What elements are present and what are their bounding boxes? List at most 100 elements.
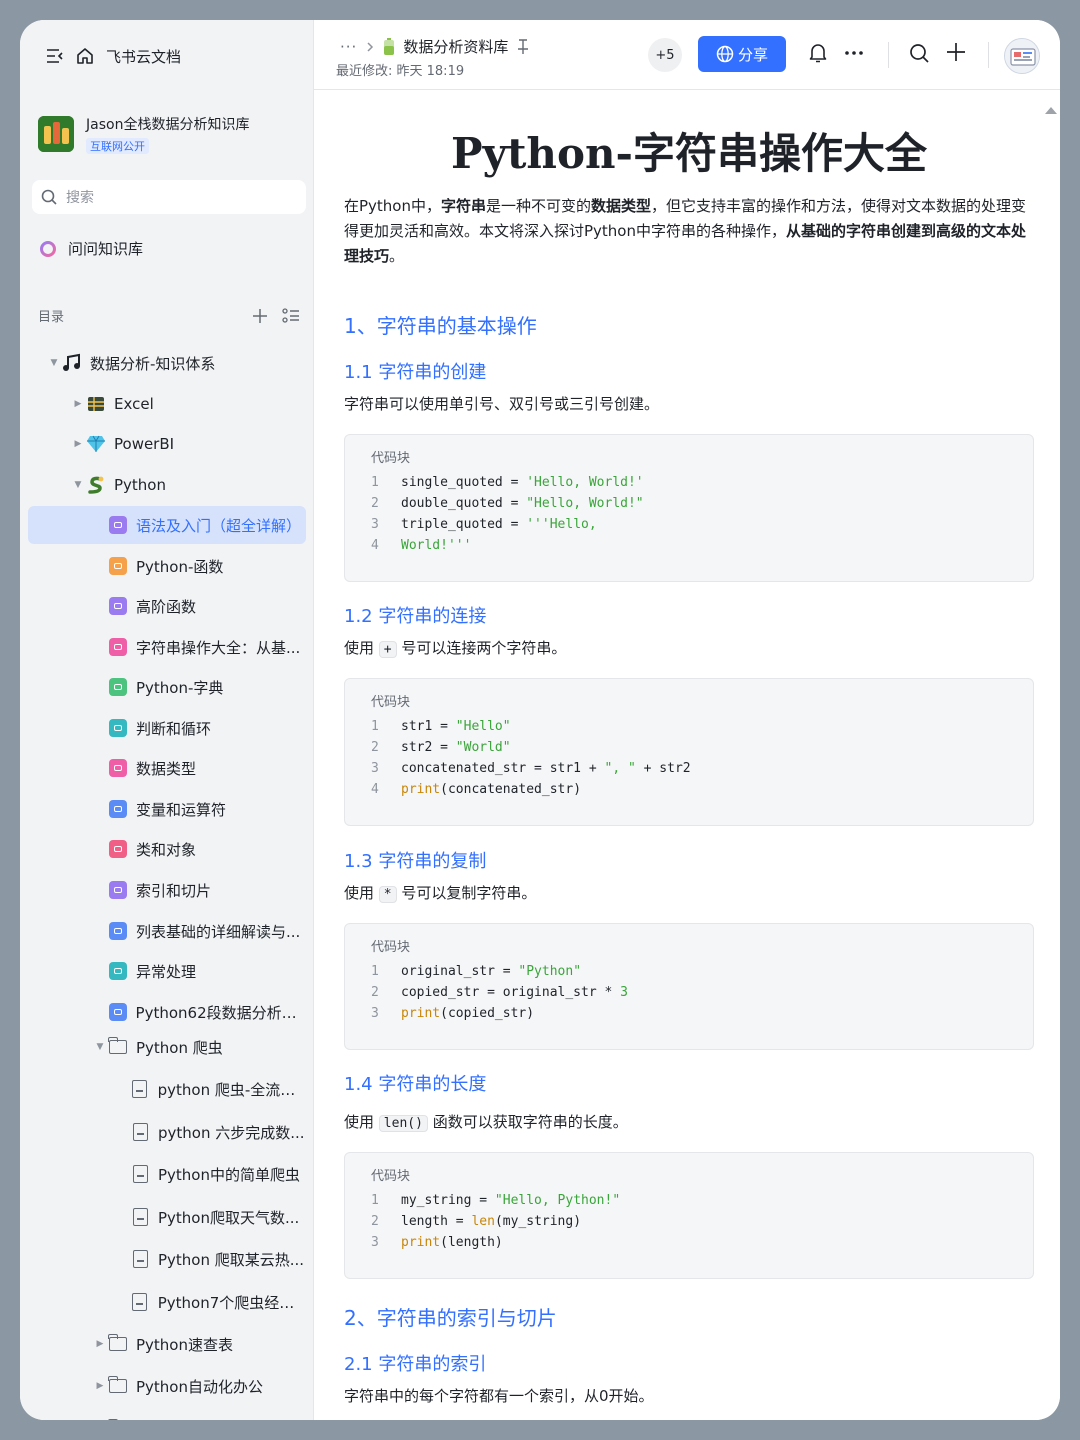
share-button[interactable]: 分享 <box>698 36 786 72</box>
toc-item[interactable]: python 六步完成数... <box>28 1113 306 1151</box>
toc-item[interactable]: 变量和运算符 <box>28 790 306 828</box>
pin-icon[interactable] <box>516 38 530 55</box>
code-lines: 1 str1 = "Hello" 2 str2 = "World" 3 concatena… <box>371 719 691 803</box>
toc-item-label: 判断和循环 <box>136 719 212 738</box>
toc-item[interactable]: 数据类型 <box>28 749 306 787</box>
code-token: (copied_str) <box>440 1006 535 1021</box>
toc-item-label: Python-字典 <box>136 678 224 697</box>
heading-2-1: 2.1 字符串的索引 <box>344 1354 487 1375</box>
share-label: 分享 <box>737 45 768 64</box>
page-icon <box>130 1079 150 1099</box>
code-block[interactable]: 代码块 1 original_str = "Python" 2 copied_str … <box>344 923 1034 1050</box>
page-icon <box>130 1164 150 1184</box>
code-lines: 1 my_string = "Hello, Python!" 2 length = l… <box>371 1193 620 1256</box>
toc-item[interactable]: 语法及入门（超全详解） <box>28 506 306 544</box>
sidebar-header: 飞书云文档 <box>46 44 181 68</box>
toc-item-label: python 六步完成数... <box>158 1123 305 1142</box>
scroll-up-icon[interactable] <box>1044 100 1058 119</box>
code-lines: 1 single_quoted = 'Hello, World!' 2 double_… <box>371 475 644 559</box>
code-token: double_quoted = <box>401 496 527 511</box>
doc-icon <box>108 637 128 657</box>
list-options-icon[interactable] <box>282 307 300 324</box>
toc-item[interactable]: 判断和循环 <box>28 709 306 747</box>
folder-icon <box>108 1037 128 1057</box>
avatar[interactable] <box>1004 38 1040 74</box>
toc-item[interactable]: Python-字典 <box>28 668 306 706</box>
create-icon[interactable] <box>946 42 966 62</box>
battery-icon <box>383 37 395 56</box>
toc-item-label: Python爬取天气数... <box>158 1208 300 1227</box>
excel-icon <box>86 394 106 414</box>
toc-item[interactable]: ▶ PowerBI <box>28 425 306 463</box>
doc-title: Python-字符串操作大全 <box>451 129 927 178</box>
toc-item[interactable]: 异常处理 <box>28 952 306 990</box>
toc-item[interactable]: 字符串操作大全：从基... <box>28 628 306 666</box>
bell-icon[interactable] <box>808 42 828 64</box>
caret-down-icon[interactable]: ▼ <box>46 358 62 368</box>
line-number: 3 <box>371 1235 379 1250</box>
code-token: 3 <box>620 985 628 1000</box>
toc-item[interactable]: Python62段数据分析和... <box>28 993 306 1031</box>
toc-item[interactable]: python 爬虫-全流程... <box>28 1070 306 1108</box>
paragraph-text: 号可以连接两个字符串。 <box>401 639 567 657</box>
home-icon[interactable] <box>76 47 94 65</box>
code-token: "Python" <box>518 964 582 979</box>
code-lines: 1 original_str = "Python" 2 copied_str = or… <box>371 964 628 1027</box>
toc-item[interactable]: Python100经典练习题... <box>28 1410 306 1420</box>
toc-item[interactable]: ▶ Python速查表 <box>28 1325 306 1363</box>
caret-down-icon[interactable]: ▼ <box>70 480 86 490</box>
toc-item-label: Python自动化办公 <box>136 1377 263 1396</box>
toc-item[interactable]: ▼ Python 爬虫 <box>28 1028 306 1066</box>
doc-icon <box>108 880 128 900</box>
line-number: 2 <box>371 740 379 755</box>
code-token: len <box>471 1214 495 1229</box>
caret-right-icon[interactable]: ▶ <box>92 1381 108 1391</box>
caret-down-icon[interactable]: ▼ <box>92 1042 108 1052</box>
code-block[interactable]: 代码块 1 single_quoted = 'Hello, World!' 2 dou… <box>344 434 1034 582</box>
code-block[interactable]: 代码块 1 my_string = "Hello, Python!" 2 length… <box>344 1152 1034 1279</box>
line-number: 3 <box>371 517 379 532</box>
sidebar: 飞书云文档 Jason全栈数据分析知识库 互联网公开 搜索 问问知识库 目录 ▼… <box>20 20 314 1420</box>
ask-knowledge-base[interactable]: 问问知识库 <box>38 238 143 259</box>
toc-item[interactable]: ▶ Python自动化办公 <box>28 1367 306 1405</box>
toc-item[interactable]: Python7个爬虫经典... <box>28 1283 306 1321</box>
more-icon[interactable] <box>844 50 864 56</box>
snake-icon <box>86 475 106 495</box>
add-icon[interactable] <box>252 308 268 324</box>
toc-item-label: Python <box>114 476 166 494</box>
app-window: 飞书云文档 Jason全栈数据分析知识库 互联网公开 搜索 问问知识库 目录 ▼… <box>20 20 1060 1420</box>
knowledge-base-header[interactable]: Jason全栈数据分析知识库 互联网公开 <box>38 114 249 154</box>
toc-item[interactable]: Python中的简单爬虫 <box>28 1155 306 1193</box>
toc-item[interactable]: Python爬取天气数... <box>28 1198 306 1236</box>
toc-item[interactable]: 类和对象 <box>28 830 306 868</box>
folder-icon <box>108 1334 128 1354</box>
caret-right-icon[interactable]: ▶ <box>70 399 86 409</box>
code-token: triple_quoted = <box>401 517 527 532</box>
doc-icon <box>108 556 128 576</box>
toc-item[interactable]: 索引和切片 <box>28 871 306 909</box>
caret-right-icon[interactable]: ▶ <box>70 439 86 449</box>
caret-right-icon[interactable]: ▶ <box>92 1339 108 1349</box>
search-doc-icon[interactable] <box>908 42 930 64</box>
toc-item[interactable]: ▼ Python <box>28 466 306 504</box>
toc-item[interactable]: ▶ Excel <box>28 385 306 423</box>
doc-breadcrumb-title[interactable]: 数据分析资料库 <box>403 36 508 57</box>
breadcrumb-more[interactable]: ··· <box>340 38 357 56</box>
heading-1-4: 1.4 字符串的长度 <box>344 1074 487 1095</box>
paragraph-text: 是一种不可变的 <box>486 197 592 215</box>
toc-item[interactable]: Python 爬取某云热... <box>28 1240 306 1278</box>
toc-item[interactable]: 高阶函数 <box>28 587 306 625</box>
doc-icon <box>108 1002 128 1022</box>
heading-2: 2、字符串的索引与切片 <box>344 1306 557 1330</box>
code-block[interactable]: 代码块 1 str1 = "Hello" 2 str2 = "World" 3 conca… <box>344 678 1034 826</box>
paragraph-2-1: 字符串中的每个字符都有一个索引，从0开始。 <box>344 1387 654 1405</box>
collaborators-count[interactable]: +5 <box>648 38 682 72</box>
app-name[interactable]: 飞书云文档 <box>106 46 181 67</box>
search-box[interactable]: 搜索 <box>32 180 306 214</box>
toc-item[interactable]: Python-函数 <box>28 547 306 585</box>
page-icon <box>130 1122 150 1142</box>
toc-item[interactable]: 列表基础的详细解读与... <box>28 912 306 950</box>
collapse-sidebar-icon[interactable] <box>46 48 64 64</box>
toc-item-label: 异常处理 <box>136 962 197 981</box>
toc-item[interactable]: ▼ 数据分析-知识体系 <box>28 344 306 382</box>
